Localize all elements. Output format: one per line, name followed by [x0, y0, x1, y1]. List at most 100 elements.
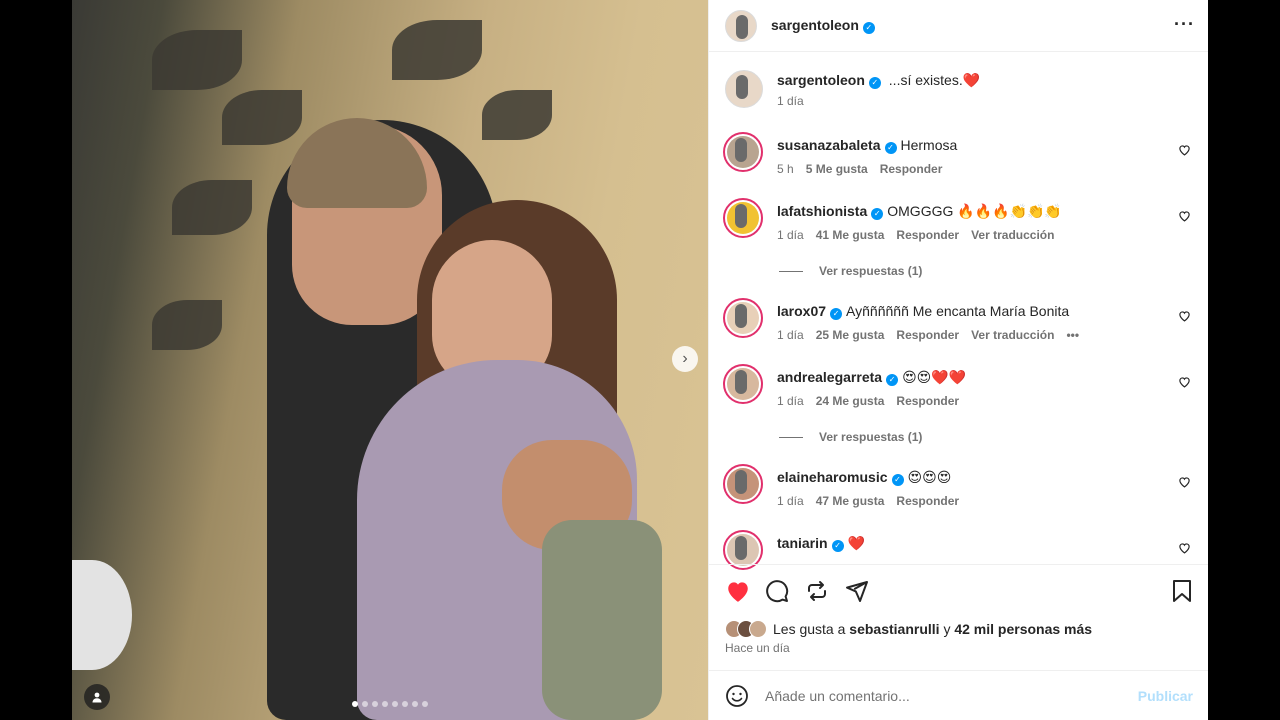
- comment-options-icon[interactable]: •••: [1066, 328, 1079, 342]
- author-avatar[interactable]: [725, 9, 757, 42]
- slide-dot: [382, 701, 388, 707]
- comment-meta: 1 día 47 Me gusta Responder: [777, 494, 959, 508]
- comment-likes[interactable]: 5 Me gusta: [806, 162, 868, 176]
- post-time[interactable]: Hace un día: [725, 641, 790, 655]
- comment-icon[interactable]: [765, 579, 789, 603]
- comment-username[interactable]: andrealegarreta: [777, 369, 882, 385]
- comment-bar: Publicar: [709, 670, 1209, 720]
- comment-time: 1 día: [777, 228, 804, 242]
- comment-username[interactable]: elaineharomusic: [777, 469, 888, 485]
- comment-meta: 5 h 5 Me gusta Responder: [777, 162, 957, 176]
- reply-button[interactable]: Responder: [896, 328, 959, 342]
- view-replies-button[interactable]: Ver respuestas (1): [779, 430, 922, 444]
- plant-leaf: [172, 180, 252, 235]
- post-header: sargentoleon ✓ ···: [709, 0, 1209, 52]
- more-options-button[interactable]: ···: [1174, 14, 1195, 35]
- caption-username[interactable]: sargentoleon: [777, 72, 865, 88]
- post-caption: sargentoleon ✓ ...sí existes.❤️ 1 día: [725, 70, 980, 108]
- comment-meta: 1 día 41 Me gusta Responder Ver traducción: [777, 228, 1062, 242]
- comment-text: ❤️: [847, 535, 866, 551]
- comment-input[interactable]: [765, 687, 1125, 704]
- commenter-avatar-image: [727, 468, 759, 500]
- comment-body: andrealegarreta ✓ 😍😍❤️❤️ 1 día 24 Me gusta Re…: [777, 364, 966, 408]
- verified-badge-icon: ✓: [871, 208, 884, 220]
- verified-badge-icon: ✓: [830, 308, 843, 320]
- reply-button[interactable]: Responder: [896, 494, 959, 508]
- bookmark-icon[interactable]: [1171, 579, 1193, 603]
- caption-text: ...sí existes.❤️: [888, 72, 981, 88]
- commenter-avatar[interactable]: [723, 464, 763, 504]
- comment-like-heart-icon[interactable]: [1178, 310, 1191, 322]
- share-icon[interactable]: [845, 579, 869, 603]
- comment-body: elaineharomusic ✓ 😍😍😍 1 día 47 Me gusta Respo…: [777, 464, 959, 508]
- translate-button[interactable]: Ver traducción: [971, 328, 1054, 342]
- reply-button[interactable]: Responder: [896, 394, 959, 408]
- comment-like-heart-icon[interactable]: [1178, 210, 1191, 222]
- liker-avatar[interactable]: [749, 620, 767, 638]
- comment-text: Hermosa: [900, 137, 958, 153]
- comment-time: 1 día: [777, 328, 804, 342]
- view-replies-button[interactable]: Ver respuestas (1): [779, 264, 922, 278]
- likes-others[interactable]: 42 mil personas más: [954, 621, 1092, 637]
- table: [72, 560, 132, 670]
- publish-button[interactable]: Publicar: [1138, 688, 1193, 704]
- comment-time: 5 h: [777, 162, 794, 176]
- like-heart-icon[interactable]: [725, 579, 751, 603]
- plant-leaf: [482, 90, 552, 140]
- repost-icon[interactable]: [805, 579, 829, 603]
- likes-summary: Les gusta a sebastianrulli y 42 mil pers…: [725, 620, 1092, 638]
- replies-divider: [779, 270, 803, 272]
- comment-like-heart-icon[interactable]: [1178, 144, 1191, 156]
- likes-text: Les gusta a sebastianrulli y 42 mil pers…: [773, 621, 1092, 637]
- comment-likes[interactable]: 41 Me gusta: [816, 228, 885, 242]
- slide-dot: [372, 701, 378, 707]
- comment-meta: 1 día 24 Me gusta Responder: [777, 394, 966, 408]
- pillow: [542, 520, 662, 720]
- commenter-avatar[interactable]: [723, 132, 763, 172]
- author-name[interactable]: sargentoleon: [771, 17, 859, 33]
- comment-item: susanazabaleta ✓ Hermosa 5 h 5 Me gusta Respo…: [723, 132, 1195, 176]
- commenter-avatar-image: [727, 302, 759, 334]
- comment-text: 😍😍😍: [907, 469, 952, 485]
- chevron-right-icon: ›: [682, 350, 688, 367]
- tagged-users-button[interactable]: [84, 684, 110, 710]
- translate-button[interactable]: Ver traducción: [971, 228, 1054, 242]
- right-backdrop: [1208, 0, 1280, 720]
- verified-badge-icon: ✓: [891, 474, 904, 486]
- commenter-avatar[interactable]: [723, 298, 763, 338]
- comment-likes[interactable]: 24 Me gusta: [816, 394, 885, 408]
- likes-user[interactable]: sebastianrulli: [849, 621, 939, 637]
- verified-badge-icon: ✓: [884, 142, 897, 154]
- comment-meta: 1 día 25 Me gusta Responder Ver traducción •…: [777, 328, 1079, 342]
- comment-username[interactable]: larox07: [777, 303, 826, 319]
- reply-button[interactable]: Responder: [896, 228, 959, 242]
- commenter-avatar[interactable]: [723, 198, 763, 238]
- slide-indicator: [352, 701, 428, 707]
- commenter-avatar[interactable]: [723, 364, 763, 404]
- author-username[interactable]: sargentoleon ✓: [771, 17, 875, 34]
- comment-likes[interactable]: 25 Me gusta: [816, 328, 885, 342]
- slide-dot: [402, 701, 408, 707]
- comment-like-heart-icon[interactable]: [1178, 376, 1191, 388]
- next-slide-button[interactable]: ›: [672, 346, 698, 372]
- comment-line: taniarin ✓ ❤️: [777, 534, 865, 552]
- comment-username[interactable]: lafatshionista: [777, 203, 867, 219]
- likes-joiner: y: [943, 621, 951, 637]
- commenter-avatar-image: [727, 202, 759, 234]
- comment-text: 😍😍❤️❤️: [902, 369, 967, 385]
- reply-button[interactable]: Responder: [880, 162, 943, 176]
- slide-dot: [412, 701, 418, 707]
- comment-like-heart-icon[interactable]: [1178, 542, 1191, 554]
- view-replies-label: Ver respuestas (1): [819, 264, 923, 278]
- comment-likes[interactable]: 47 Me gusta: [816, 494, 885, 508]
- caption-avatar[interactable]: [725, 70, 763, 108]
- emoji-icon[interactable]: [725, 684, 749, 708]
- comment-item: lafatshionista ✓ OMGGGG 🔥🔥🔥👏👏👏 1 día 41 Me g…: [723, 198, 1195, 242]
- verified-badge-icon: ✓: [868, 77, 881, 89]
- comment-username[interactable]: susanazabaleta: [777, 137, 881, 153]
- comment-line: lafatshionista ✓ OMGGGG 🔥🔥🔥👏👏👏: [777, 202, 1062, 220]
- replies-divider: [779, 436, 803, 438]
- view-replies-label: Ver respuestas (1): [819, 430, 923, 444]
- comment-username[interactable]: taniarin: [777, 535, 828, 551]
- comment-like-heart-icon[interactable]: [1178, 476, 1191, 488]
